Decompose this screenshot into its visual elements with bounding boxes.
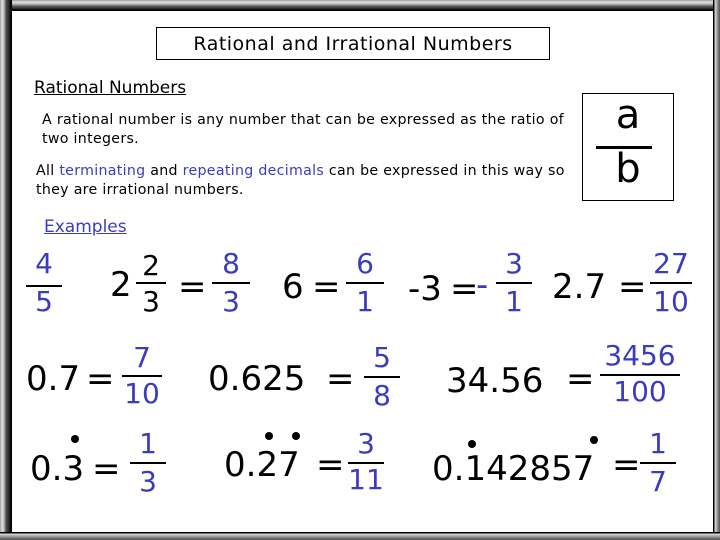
frame-border-bottom [0,532,720,540]
equals-sign: = [618,267,647,307]
page-title-text: Rational and Irrational Numbers [193,32,513,55]
note-middle: and [145,163,183,179]
denominator: 11 [348,463,384,496]
equals-sign: = [312,267,341,307]
example-lhs-0-3-recurring: 0.3 [30,449,85,489]
fraction-bar [346,282,384,284]
numerator: 8 [222,247,240,280]
example-lhs-0-625: 0.625 [208,359,306,399]
equals-sign: = [612,445,641,485]
example-fraction-3-11: 3 11 [348,430,384,500]
denominator: 100 [613,375,667,408]
equals-sign: = [92,449,121,489]
example-fraction-6-1: 6 1 [346,250,384,320]
fraction-bar [364,376,400,378]
example-mixed-whole: 2 [110,265,132,305]
page-title: Rational and Irrational Numbers [156,27,550,60]
equals-sign: = [316,445,345,485]
section-heading: Rational Numbers [34,78,187,98]
example-lhs-neg3: -3 [408,269,442,309]
example-fraction-1-7: 1 7 [640,430,676,500]
definition-text: A rational number is any number that can… [42,112,564,147]
decimals-note: All terminating and repeating decimals c… [36,162,576,200]
examples-label: Examples [44,217,127,237]
example-fraction-3-1: 3 1 [496,250,532,320]
example-lhs-0-7: 0.7 [26,359,81,399]
denominator: 1 [505,285,523,318]
example-fraction-4-5: 4 5 [26,250,62,320]
denominator: 10 [124,377,160,410]
recurring-dot [590,436,598,444]
example-fraction-3456-100: 3456 100 [600,342,680,412]
numerator: 3 [357,427,375,460]
negative-sign: - [476,265,489,305]
recurring-dot [71,435,79,443]
fraction-bar [650,282,692,284]
denominator: 3 [142,285,160,318]
denominator: 3 [139,465,157,498]
denominator: 5 [35,285,53,318]
fraction-bar [496,282,532,284]
numerator: 4 [35,247,53,280]
denominator: 3 [222,285,240,318]
ab-denominator: b [615,146,641,192]
fraction-bar [640,462,676,464]
equals-sign: = [450,269,479,309]
example-lhs-0-27-recurring: 0.27 [224,445,300,485]
example-lhs-2-7: 2.7 [552,267,607,307]
numerator: 6 [356,247,374,280]
fraction-bar [212,282,250,284]
example-fraction-8-3: 8 3 [212,250,250,320]
example-fraction-5-8: 5 8 [364,344,400,414]
example-lhs-34-56: 34.56 [446,361,544,401]
example-lhs-0-142857-recurring: 0.142857 [432,449,595,489]
recurring-dot [265,432,273,440]
numerator: 3 [505,247,523,280]
recurring-dot [292,432,300,440]
numerator: 5 [373,341,391,374]
numerator: 3456 [604,339,676,372]
example-fraction-7-10: 7 10 [122,344,162,414]
fraction-bar [136,282,166,284]
a-over-b-box: a b [582,92,674,201]
denominator: 10 [653,285,689,318]
term-terminating: terminating [59,163,146,179]
equals-sign: = [566,359,595,399]
ab-numerator: a [615,92,641,138]
example-lhs-6: 6 [282,267,304,307]
example-fraction-1-3: 1 3 [130,430,166,500]
numerator: 27 [653,247,689,280]
denominator: 1 [356,285,374,318]
example-mixed-fraction: 2 3 [136,252,166,322]
numerator: 1 [139,427,157,460]
frame-border-right [713,0,720,540]
numerator: 7 [133,341,151,374]
numerator: 2 [142,249,160,282]
frame-border-top [0,0,720,11]
note-prefix: All [36,163,60,179]
denominator: 8 [373,379,391,412]
frame-border-left [0,0,12,540]
equals-sign: = [326,359,355,399]
numerator: 1 [649,427,667,460]
denominator: 7 [649,465,667,498]
equals-sign: = [178,267,207,307]
fraction-bar [130,462,166,464]
recurring-dot [468,440,476,448]
example-fraction-27-10: 27 10 [650,250,692,320]
term-repeating-decimals: repeating decimals [182,163,325,179]
equals-sign: = [86,359,115,399]
